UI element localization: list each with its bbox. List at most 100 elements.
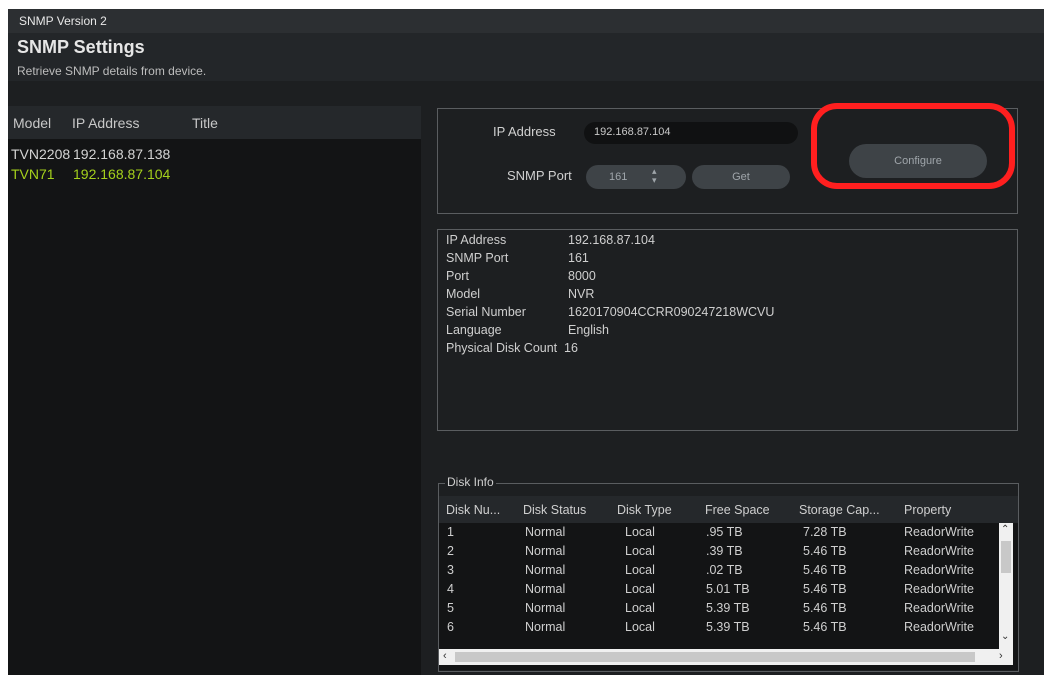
storage-capacity: 5.46 TB: [803, 544, 847, 558]
device-info-panel: IP Address 192.168.87.104 SNMP Port 161 …: [437, 229, 1018, 431]
page-title: SNMP Settings: [17, 37, 145, 57]
get-button[interactable]: Get: [692, 165, 790, 189]
info-value: 161: [568, 251, 589, 265]
disk-number: 6: [447, 620, 454, 634]
storage-capacity: 7.28 TB: [803, 525, 847, 539]
device-list-header: Model IP Address Title: [8, 106, 421, 139]
storage-capacity: 5.46 TB: [803, 601, 847, 615]
column-disk-number[interactable]: Disk Nu...: [446, 503, 500, 517]
snmp-port-label: SNMP Port: [507, 168, 572, 183]
disk-number: 3: [447, 563, 454, 577]
info-row: IP Address 192.168.87.104: [438, 233, 998, 250]
info-row: SNMP Port 161: [438, 251, 998, 268]
info-row: Physical Disk Count 16: [438, 341, 998, 358]
storage-capacity: 5.46 TB: [803, 582, 847, 596]
disk-type: Local: [625, 525, 655, 539]
disk-type: Local: [625, 601, 655, 615]
ip-address-value: 192.168.87.104: [594, 126, 671, 138]
info-row: Language English: [438, 323, 998, 340]
info-row: Serial Number 1620170904CCRR090247218WCV…: [438, 305, 998, 322]
ip-address-input[interactable]: 192.168.87.104: [584, 122, 798, 144]
device-ip: 192.168.87.138: [73, 146, 171, 162]
device-model: TVN71: [11, 166, 55, 182]
info-value: 1620170904CCRR090247218WCVU: [568, 305, 775, 319]
column-storage-capacity[interactable]: Storage Cap...: [799, 503, 880, 517]
snmp-port-stepper[interactable]: 161 ▴ ▾: [586, 165, 686, 189]
info-key: Physical Disk Count: [446, 341, 558, 355]
info-value: 192.168.87.104: [568, 233, 655, 247]
disk-row[interactable]: 5 Normal Local 5.39 TB 5.46 TB ReadorWri…: [439, 601, 999, 619]
column-disk-status[interactable]: Disk Status: [523, 503, 586, 517]
disk-row[interactable]: 4 Normal Local 5.01 TB 5.46 TB ReadorWri…: [439, 582, 999, 600]
info-key: Model: [446, 287, 481, 301]
column-ip-address[interactable]: IP Address: [72, 115, 139, 131]
disk-type: Local: [625, 582, 655, 596]
disk-number: 2: [447, 544, 454, 558]
property: ReadorWrite: [904, 525, 974, 539]
column-free-space[interactable]: Free Space: [705, 503, 770, 517]
chevron-left-icon[interactable]: ‹: [443, 650, 447, 662]
free-space: .02 TB: [706, 563, 743, 577]
disk-info-legend: Disk Info: [445, 475, 496, 489]
info-key: IP Address: [446, 233, 507, 247]
info-value: 16: [564, 341, 578, 355]
title-bar: SNMP Version 2: [8, 9, 1044, 33]
disk-row[interactable]: 2 Normal Local .39 TB 5.46 TB ReadorWrit…: [439, 544, 999, 562]
snmp-port-value: 161: [609, 171, 628, 183]
device-ip: 192.168.87.104: [73, 166, 171, 182]
scrollbar-thumb[interactable]: [455, 652, 975, 662]
column-model[interactable]: Model: [13, 115, 51, 131]
disk-row[interactable]: 6 Normal Local 5.39 TB 5.46 TB ReadorWri…: [439, 620, 999, 638]
free-space: 5.39 TB: [706, 601, 750, 615]
disk-number: 4: [447, 582, 454, 596]
info-key: SNMP Port: [446, 251, 509, 265]
info-key: Port: [446, 269, 469, 283]
disk-status: Normal: [525, 544, 566, 558]
disk-info-group: Disk Info Disk Nu... Disk Status Disk Ty…: [438, 475, 1019, 672]
column-disk-type[interactable]: Disk Type: [617, 503, 672, 517]
disk-type: Local: [625, 544, 655, 558]
property: ReadorWrite: [904, 620, 974, 634]
disk-table-header: Disk Nu... Disk Status Disk Type Free Sp…: [439, 496, 1018, 523]
property: ReadorWrite: [904, 582, 974, 596]
disk-row[interactable]: 1 Normal Local .95 TB 7.28 TB ReadorWrit…: [439, 525, 999, 543]
info-row: Port 8000: [438, 269, 998, 286]
disk-row[interactable]: 3 Normal Local .02 TB 5.46 TB ReadorWrit…: [439, 563, 999, 581]
property: ReadorWrite: [904, 601, 974, 615]
info-row: Model NVR: [438, 287, 998, 304]
up-down-arrows-icon[interactable]: ▴ ▾: [652, 167, 657, 185]
property: ReadorWrite: [904, 563, 974, 577]
column-property[interactable]: Property: [904, 503, 951, 517]
free-space: 5.01 TB: [706, 582, 750, 596]
device-row-selected[interactable]: TVN71 192.168.87.104: [8, 165, 421, 184]
info-value: English: [568, 323, 609, 337]
disk-number: 5: [447, 601, 454, 615]
free-space: .95 TB: [706, 525, 743, 539]
free-space: .39 TB: [706, 544, 743, 558]
free-space: 5.39 TB: [706, 620, 750, 634]
header: SNMP Settings Retrieve SNMP details from…: [8, 33, 1044, 81]
scrollbar-thumb[interactable]: [1001, 541, 1011, 573]
disk-status: Normal: [525, 620, 566, 634]
disk-type: Local: [625, 563, 655, 577]
device-row[interactable]: TVN2208 192.168.87.138: [8, 145, 421, 164]
storage-capacity: 5.46 TB: [803, 563, 847, 577]
vertical-scrollbar[interactable]: ⌃ ⌄: [999, 523, 1013, 649]
chevron-right-icon[interactable]: ›: [999, 650, 1003, 662]
column-title[interactable]: Title: [192, 115, 218, 131]
disk-status: Normal: [525, 582, 566, 596]
chevron-down-icon[interactable]: ⌄: [1001, 631, 1009, 642]
info-key: Serial Number: [446, 305, 526, 319]
highlight-annotation: [811, 103, 1015, 189]
horizontal-scrollbar[interactable]: ‹ ›: [439, 649, 1013, 665]
chevron-up-icon[interactable]: ⌃: [1001, 524, 1009, 535]
disk-table[interactable]: Disk Nu... Disk Status Disk Type Free Sp…: [439, 496, 1018, 670]
disk-status: Normal: [525, 601, 566, 615]
disk-number: 1: [447, 525, 454, 539]
device-list[interactable]: Model IP Address Title TVN2208 192.168.8…: [8, 106, 421, 675]
property: ReadorWrite: [904, 544, 974, 558]
device-model: TVN2208: [11, 146, 71, 162]
info-value: 8000: [568, 269, 596, 283]
disk-status: Normal: [525, 525, 566, 539]
window-title: SNMP Version 2: [19, 14, 107, 28]
